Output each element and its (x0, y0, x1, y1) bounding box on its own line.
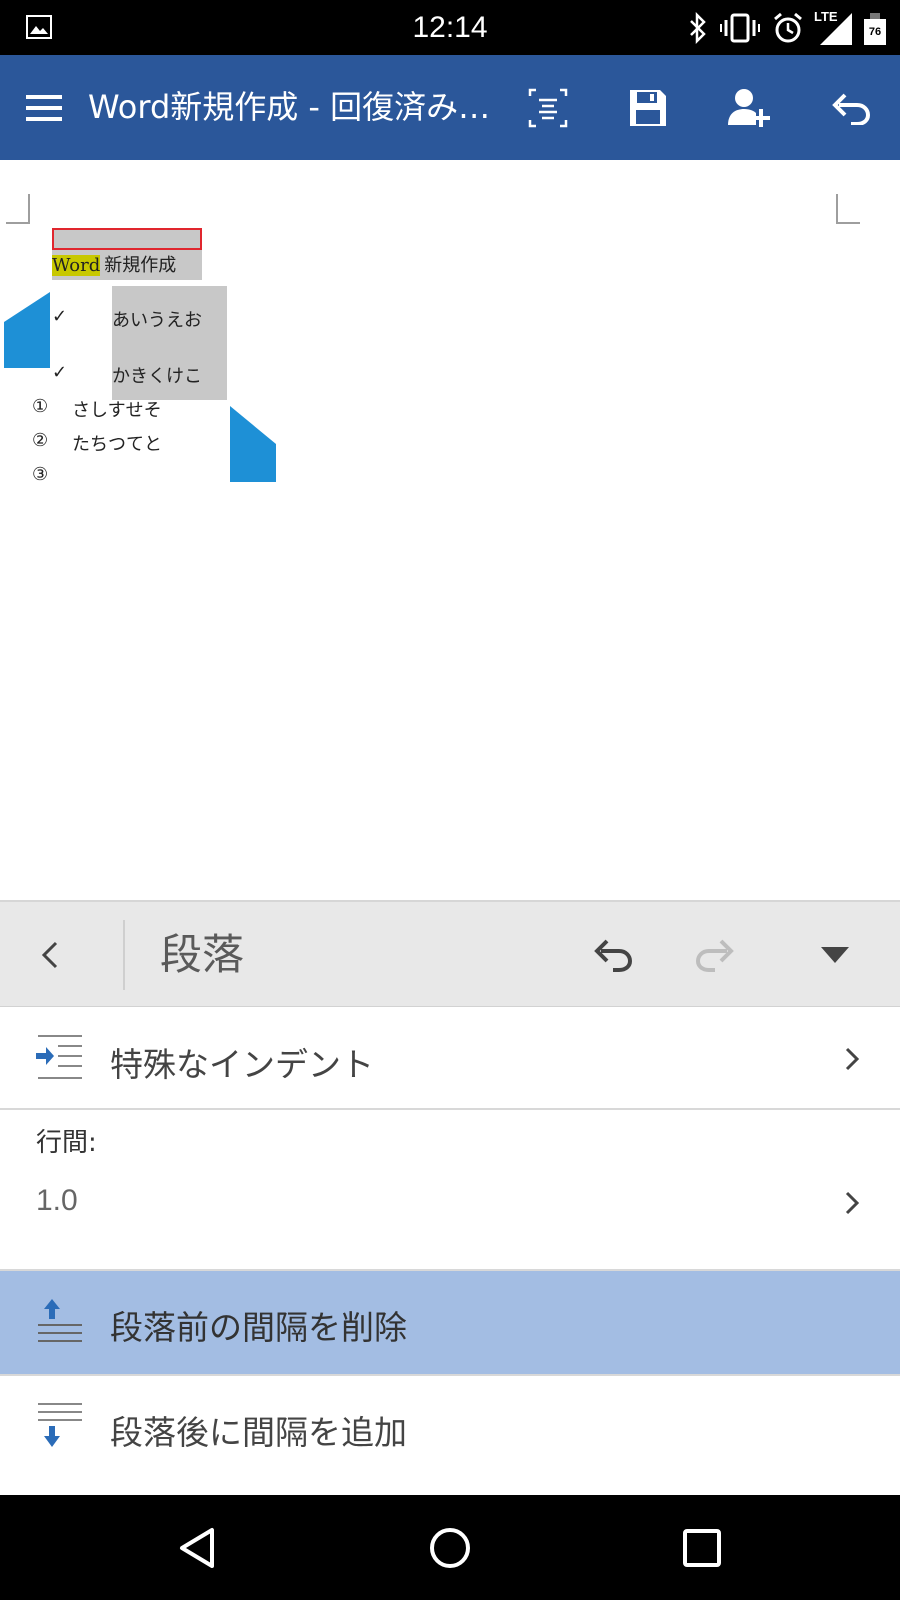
number-mark: ② (32, 430, 49, 451)
recents-icon[interactable] (642, 1495, 762, 1600)
back-icon[interactable] (138, 1495, 258, 1600)
header-divider (123, 920, 125, 990)
back-chevron-icon[interactable] (20, 902, 80, 1007)
app-bar: Word新規作成 - 回復済み… (0, 55, 900, 160)
page-corner-left (6, 194, 30, 224)
battery-level: 76 (864, 19, 886, 45)
home-icon[interactable] (390, 1495, 510, 1600)
check-mark: ✓ (52, 362, 68, 383)
document-title[interactable]: Word新規作成 - 回復済み… (88, 55, 508, 160)
status-bar: 12:14 LTE 76 (0, 0, 900, 55)
checklist-text: かきくけこ (112, 366, 202, 387)
panel-header: 段落 (0, 902, 900, 1007)
special-indent-label: 特殊なインデント (110, 1045, 374, 1084)
doc-heading-rest: 新規作成 (104, 255, 177, 276)
remove-space-before-label: 段落前の間隔を削除 (110, 1308, 407, 1347)
numbered-item[interactable]: ① さしすせそ (32, 396, 162, 421)
panel-undo-icon[interactable] (580, 902, 644, 1007)
paragraph-panel: 段落 特殊なインデント 行間: 1.0 段落前の間隔を削除 段落後に間隔を追加 (0, 900, 900, 1495)
line-spacing-label: 行間: (36, 1128, 97, 1158)
indent-icon (34, 1033, 84, 1085)
insertion-box (52, 228, 202, 250)
numbered-item[interactable]: ③ (32, 464, 48, 485)
doc-word-highlight: Word (52, 255, 101, 276)
numbered-text: さしすせそ (72, 400, 162, 421)
vibrate-icon (720, 12, 760, 44)
panel-title: 段落 (160, 930, 245, 979)
doc-heading[interactable]: Word 新規作成 (52, 254, 176, 278)
save-icon[interactable] (620, 55, 676, 160)
numbered-item[interactable]: ② たちつてと (32, 430, 162, 455)
line-spacing-heading: 行間: (0, 1112, 900, 1172)
checklist-item[interactable]: ✓ あいうえお (52, 306, 202, 331)
checklist-text: あいうえお (112, 310, 202, 331)
document-canvas[interactable]: Word 新規作成 ✓ あいうえお ✓ かきくけこ ① さしすせそ ② たちつてと… (0, 160, 900, 900)
space-before-icon (34, 1297, 84, 1351)
chevron-right-icon (844, 1190, 860, 1220)
undo-icon[interactable] (822, 55, 878, 160)
checklist-item[interactable]: ✓ かきくけこ (52, 362, 202, 387)
selection-start-handle[interactable] (4, 292, 50, 368)
signal-icon: LTE (814, 9, 852, 45)
navigation-bar (0, 1495, 900, 1600)
add-space-after-row[interactable]: 段落後に間隔を追加 (0, 1376, 900, 1476)
panel-redo-icon[interactable] (684, 902, 748, 1007)
alarm-icon (772, 12, 804, 44)
share-icon[interactable] (722, 55, 778, 160)
bluetooth-icon (688, 12, 708, 44)
add-space-after-label: 段落後に間隔を追加 (110, 1413, 407, 1452)
line-spacing-row[interactable]: 1.0 (0, 1164, 900, 1246)
check-mark: ✓ (52, 306, 68, 327)
line-spacing-value: 1.0 (36, 1184, 78, 1217)
page-corner-right (836, 194, 860, 224)
collapse-dropdown-icon[interactable] (800, 902, 870, 1007)
hamburger-menu-icon[interactable] (20, 55, 68, 160)
space-after-icon (34, 1400, 84, 1454)
special-indent-row[interactable]: 特殊なインデント (0, 1008, 900, 1108)
battery-icon: 76 (864, 11, 886, 45)
number-mark: ③ (32, 464, 49, 485)
row-divider (0, 1108, 900, 1110)
numbered-text: たちつてと (72, 434, 162, 455)
reading-view-icon[interactable] (520, 55, 576, 160)
selection-end-handle[interactable] (230, 406, 276, 482)
number-mark: ① (32, 396, 49, 417)
chevron-right-icon (844, 1046, 860, 1076)
remove-space-before-row[interactable]: 段落前の間隔を削除 (0, 1271, 900, 1374)
network-type: LTE (814, 9, 838, 24)
